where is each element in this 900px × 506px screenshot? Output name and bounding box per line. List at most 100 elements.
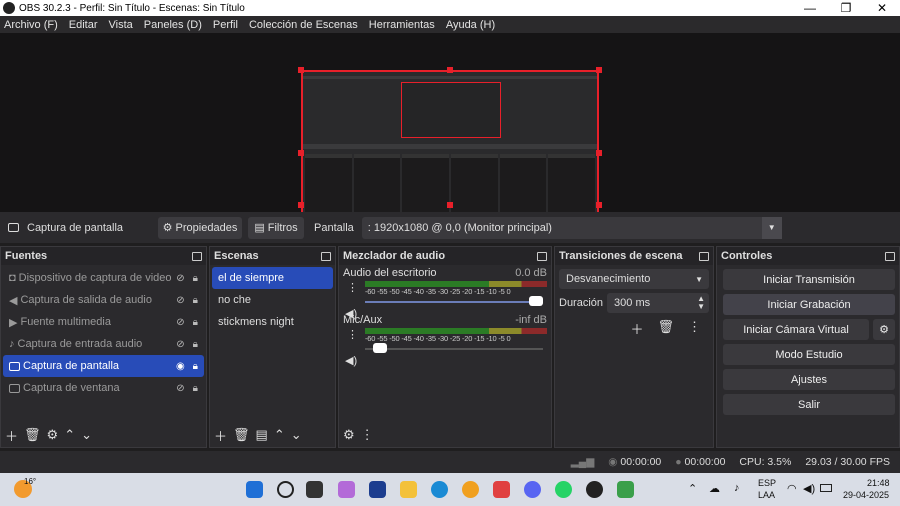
cloud-icon[interactable]: ☁	[709, 482, 720, 495]
start-streaming-button[interactable]: Iniciar Transmisión	[723, 269, 895, 290]
lock-icon[interactable]: 🔒︎	[193, 361, 198, 372]
source-item[interactable]: ◀ Captura de salida de audio ⊘ 🔒︎	[3, 289, 204, 311]
microphone-icon[interactable]: ♪	[734, 482, 740, 494]
duration-input[interactable]: 300 ms ▲ ▼	[607, 293, 709, 313]
visibility-hidden-icon[interactable]: ⊘	[176, 273, 184, 284]
trash-icon[interactable]: 🗑︎	[657, 319, 674, 338]
start-icon[interactable]	[246, 481, 263, 498]
volume-slider[interactable]	[365, 343, 547, 355]
resize-handle-r[interactable]	[596, 150, 602, 156]
wifi-icon[interactable]: ◠	[787, 482, 797, 495]
source-item[interactable]: ◘ Dispositivo de captura de video ⊘ 🔒︎	[3, 267, 204, 289]
maximize-button[interactable]: ❐	[828, 1, 864, 15]
visibility-hidden-icon[interactable]: ⊘	[176, 383, 184, 394]
volume-icon[interactable]: ◀)	[803, 482, 815, 495]
scene-item[interactable]: stickmens night	[212, 311, 333, 333]
menu-editar[interactable]: Editar	[69, 19, 98, 31]
scene-item-selected[interactable]: el de siempre	[212, 267, 333, 289]
close-button[interactable]: ✕	[864, 1, 900, 15]
volume-slider[interactable]	[365, 296, 547, 308]
exit-button[interactable]: Salir	[723, 394, 895, 415]
gear-icon[interactable]: ⚙	[343, 427, 355, 443]
start-virtual-camera-button[interactable]: Iniciar Cámara Virtual	[723, 319, 869, 340]
resize-handle-tr[interactable]	[596, 67, 602, 73]
settings-button[interactable]: Ajustes	[723, 369, 895, 390]
add-icon[interactable]: ＋	[5, 426, 18, 445]
source-item[interactable]: Captura de ventana ⊘ 🔒︎	[3, 377, 204, 399]
start-recording-button[interactable]: Iniciar Grabación	[723, 294, 895, 315]
resize-handle-tl[interactable]	[298, 67, 304, 73]
whatsapp-icon[interactable]	[555, 481, 572, 498]
app-icon[interactable]	[617, 481, 634, 498]
visibility-hidden-icon[interactable]: ⊘	[176, 339, 184, 350]
studio-mode-button[interactable]: Modo Estudio	[723, 344, 895, 365]
task-view-icon[interactable]	[306, 481, 323, 498]
visibility-hidden-icon[interactable]: ⊘	[176, 295, 184, 306]
menu-herramientas[interactable]: Herramientas	[369, 19, 435, 31]
undock-icon[interactable]	[321, 251, 331, 261]
trash-icon[interactable]: 🗑︎	[24, 427, 41, 443]
menu-vista[interactable]: Vista	[109, 19, 133, 31]
minimize-button[interactable]: —	[792, 1, 828, 15]
trash-icon[interactable]: 🗑︎	[233, 427, 250, 443]
visibility-hidden-icon[interactable]: ⊘	[176, 317, 184, 328]
search-icon[interactable]	[277, 481, 294, 498]
undock-icon[interactable]	[699, 251, 709, 261]
menu-coleccion-escenas[interactable]: Colección de Escenas	[249, 19, 358, 31]
source-item[interactable]: ♪ Captura de entrada audio ⊘ 🔒︎	[3, 333, 204, 355]
edge-icon[interactable]	[431, 481, 448, 498]
scene-item[interactable]: no che	[212, 289, 333, 311]
menu-ayuda[interactable]: Ayuda (H)	[446, 19, 495, 31]
gear-icon[interactable]: ⚙	[47, 427, 59, 443]
resize-handle-t[interactable]	[447, 67, 453, 73]
undock-icon[interactable]	[537, 251, 547, 261]
volume-knob[interactable]	[529, 296, 543, 306]
kebab-menu-icon[interactable]: ⋮	[347, 328, 358, 341]
move-up-icon[interactable]: ⌃	[64, 427, 75, 443]
clock-date[interactable]: 29-04-2025	[843, 490, 889, 500]
store-icon[interactable]	[369, 481, 386, 498]
brave-icon[interactable]	[493, 481, 510, 498]
move-up-icon[interactable]: ⌃	[274, 427, 285, 443]
language-layout[interactable]: LAA	[758, 490, 775, 500]
obs-icon[interactable]	[586, 481, 603, 498]
menu-perfil[interactable]: Perfil	[213, 19, 238, 31]
discord-icon[interactable]	[524, 481, 541, 498]
resize-handle-l[interactable]	[298, 150, 304, 156]
copilot-icon[interactable]	[338, 481, 355, 498]
add-icon[interactable]: ＋	[630, 319, 643, 338]
kebab-menu-icon[interactable]: ⋮	[347, 281, 358, 294]
transition-select[interactable]: Desvanecimiento ▼	[559, 269, 709, 289]
undock-icon[interactable]	[885, 251, 895, 261]
menu-paneles[interactable]: Paneles (D)	[144, 19, 202, 31]
lock-icon[interactable]: 🔒︎	[193, 317, 198, 328]
resize-handle-bl[interactable]	[298, 202, 304, 208]
source-item-selected[interactable]: Captura de pantalla ◉ 🔒︎	[3, 355, 204, 377]
kebab-menu-icon[interactable]: ⋮	[688, 319, 701, 338]
undock-icon[interactable]	[192, 251, 202, 261]
lock-icon[interactable]: 🔒︎	[193, 273, 198, 284]
virtual-camera-settings-button[interactable]: ⚙	[873, 319, 895, 340]
filters-button[interactable]: ▤ Filtros	[248, 216, 304, 239]
menu-archivo[interactable]: Archivo (F)	[4, 19, 58, 31]
file-explorer-icon[interactable]	[400, 481, 417, 498]
preview-area[interactable]	[0, 33, 900, 238]
battery-icon[interactable]	[820, 484, 832, 492]
move-down-icon[interactable]: ⌄	[291, 427, 302, 443]
filter-icon[interactable]: ▤	[256, 427, 268, 443]
resize-handle-br[interactable]	[596, 202, 602, 208]
bitcoin-icon[interactable]	[462, 481, 479, 498]
clock-time[interactable]: 21:48	[867, 478, 890, 488]
display-select[interactable]: : 1920x1080 @ 0,0 (Monitor principal) ▼	[361, 216, 782, 239]
lock-icon[interactable]: 🔒︎	[193, 295, 198, 306]
lock-icon[interactable]: 🔒︎	[193, 339, 198, 350]
add-icon[interactable]: ＋	[214, 426, 227, 445]
resize-handle-b[interactable]	[447, 202, 453, 208]
visibility-icon[interactable]: ◉	[176, 361, 185, 372]
properties-button[interactable]: ⚙ Propiedades	[158, 216, 242, 239]
source-item[interactable]: ▶ Fuente multimedia ⊘ 🔒︎	[3, 311, 204, 333]
language-code[interactable]: ESP	[758, 478, 776, 488]
chevron-up-icon[interactable]: ⌃	[688, 482, 697, 495]
move-down-icon[interactable]: ⌄	[81, 427, 92, 443]
volume-knob[interactable]	[373, 343, 387, 353]
